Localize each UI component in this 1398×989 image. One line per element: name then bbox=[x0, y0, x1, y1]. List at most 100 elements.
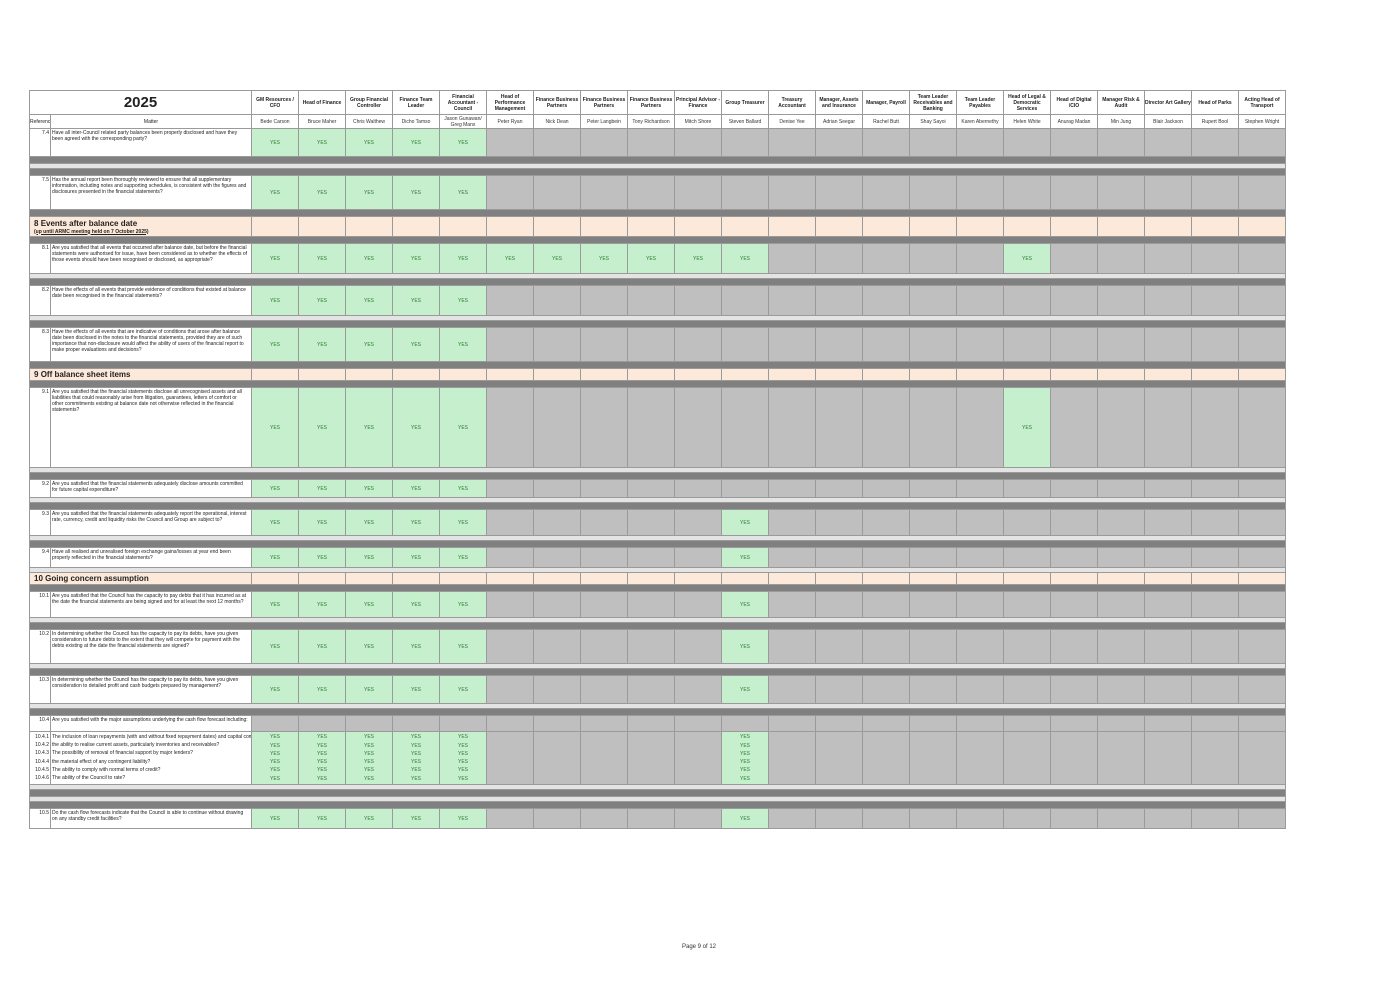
yes-cell: YES bbox=[345, 285, 393, 316]
separator-row bbox=[29, 502, 1286, 510]
section-header-row: 9 Off balance sheet items bbox=[29, 368, 1286, 381]
sub-reference: 10.4.4 bbox=[35, 758, 49, 765]
na-cell bbox=[956, 175, 1004, 210]
section-fill-cell bbox=[486, 368, 534, 381]
section-fill-cell bbox=[580, 572, 628, 585]
yes-cell: YES bbox=[439, 509, 487, 536]
separator-cell bbox=[29, 361, 1286, 369]
matter-text: Are you satisfied that the financial sta… bbox=[50, 509, 252, 536]
header-band-cell bbox=[533, 715, 581, 732]
na-cell bbox=[627, 509, 675, 536]
na-cell bbox=[1097, 808, 1145, 830]
separator-row bbox=[29, 361, 1286, 369]
matter-text: Have all inter-Council related party bal… bbox=[50, 128, 252, 157]
na-cell bbox=[909, 479, 957, 498]
na-cell bbox=[1003, 591, 1051, 618]
na-cell bbox=[486, 591, 534, 618]
na-cell bbox=[721, 285, 769, 316]
na-cell bbox=[956, 730, 1004, 786]
na-cell bbox=[533, 629, 581, 664]
person-name: Peter Ryan bbox=[486, 114, 534, 129]
na-cell bbox=[1097, 629, 1145, 664]
na-cell bbox=[1003, 629, 1051, 664]
na-cell bbox=[674, 509, 722, 536]
person-name: Mitch Shore bbox=[674, 114, 722, 129]
yes-cell: YES bbox=[439, 591, 487, 618]
yes-cell: YES bbox=[1003, 243, 1051, 274]
section-fill-cell bbox=[533, 572, 581, 585]
question-row: 9.1 Are you satisfied that the financial … bbox=[29, 387, 1286, 468]
na-cell bbox=[627, 175, 675, 210]
question-row: 8.1 Are you satisfied that all events tha… bbox=[29, 243, 1286, 274]
section-fill-cell bbox=[1097, 216, 1145, 237]
reference-number: 9.2 bbox=[29, 479, 51, 498]
na-cell bbox=[1050, 243, 1098, 274]
question-row: 10.1 Are you satisfied that the Council h… bbox=[29, 591, 1286, 618]
separator-row bbox=[29, 380, 1286, 388]
na-cell bbox=[533, 730, 581, 786]
na-cell bbox=[1050, 808, 1098, 830]
yes-cell: YES bbox=[721, 591, 769, 618]
yes-mark: YES bbox=[457, 742, 468, 749]
na-cell bbox=[815, 675, 863, 704]
na-cell bbox=[486, 128, 534, 157]
na-cell bbox=[627, 591, 675, 618]
yes-cell: YES bbox=[439, 285, 487, 316]
yes-mark: YES bbox=[316, 750, 327, 757]
na-cell bbox=[1144, 808, 1192, 830]
yes-cell: YES bbox=[251, 675, 299, 704]
yes-mark: YES bbox=[363, 750, 374, 757]
section-title: 9 Off balance sheet items bbox=[29, 368, 252, 381]
section-title: 8 Events after balance date (up until ARM… bbox=[29, 216, 252, 237]
yes-cell: YES bbox=[721, 675, 769, 704]
person-name: Helen White bbox=[1003, 114, 1051, 129]
reference-number: 7.5 bbox=[29, 175, 51, 210]
na-cell bbox=[909, 591, 957, 618]
yes-mark: YES bbox=[739, 734, 750, 741]
na-cell bbox=[862, 479, 910, 498]
na-cell bbox=[1144, 175, 1192, 210]
sub-matter-text: the material effect of any contingent li… bbox=[52, 758, 151, 765]
header-role-row: 2025 GM Resources / CFO Head of Finance Gro… bbox=[29, 90, 1286, 115]
matter-text: Are you satisfied that the financial sta… bbox=[50, 387, 252, 468]
na-cell bbox=[1050, 591, 1098, 618]
yes-cell: YES bbox=[392, 808, 440, 830]
yes-mark: YES bbox=[269, 767, 280, 774]
header-band-cell bbox=[1144, 715, 1192, 732]
section-fill-cell bbox=[815, 216, 863, 237]
yes-cell: YES bbox=[439, 479, 487, 498]
na-cell bbox=[815, 387, 863, 468]
na-cell bbox=[1144, 285, 1192, 316]
header-band-cell bbox=[956, 715, 1004, 732]
person-name: Steven Ballard bbox=[721, 114, 769, 129]
section-fill-cell bbox=[1097, 572, 1145, 585]
na-cell bbox=[862, 327, 910, 362]
reference-number: 10.5 bbox=[29, 808, 51, 830]
person-name: Peter Langbein bbox=[580, 114, 628, 129]
yes-cell: YES bbox=[251, 327, 299, 362]
yes-cell: YES bbox=[1003, 387, 1051, 468]
na-cell bbox=[1238, 128, 1286, 157]
matter-text: Has the annual report been thoroughly re… bbox=[50, 175, 252, 210]
separator-row bbox=[29, 668, 1286, 676]
section-fill-cell bbox=[721, 572, 769, 585]
na-cell bbox=[533, 175, 581, 210]
na-cell bbox=[721, 128, 769, 157]
na-cell bbox=[486, 479, 534, 498]
section-fill-cell bbox=[392, 572, 440, 585]
na-cell bbox=[956, 808, 1004, 830]
na-cell bbox=[533, 327, 581, 362]
section-fill-cell bbox=[439, 368, 487, 381]
yes-cell: YES bbox=[251, 808, 299, 830]
section-fill-cell bbox=[392, 368, 440, 381]
sub-reference: 10.4.6 bbox=[35, 775, 49, 782]
na-cell bbox=[768, 387, 816, 468]
yes-cell: YES bbox=[439, 547, 487, 568]
matter-text: Have the effects of all events that prov… bbox=[50, 285, 252, 316]
na-cell bbox=[580, 285, 628, 316]
na-cell bbox=[1050, 730, 1098, 786]
section-fill-cell bbox=[674, 216, 722, 237]
reference-number: 8.3 bbox=[29, 327, 51, 362]
na-cell bbox=[1191, 730, 1239, 786]
na-cell bbox=[1003, 479, 1051, 498]
